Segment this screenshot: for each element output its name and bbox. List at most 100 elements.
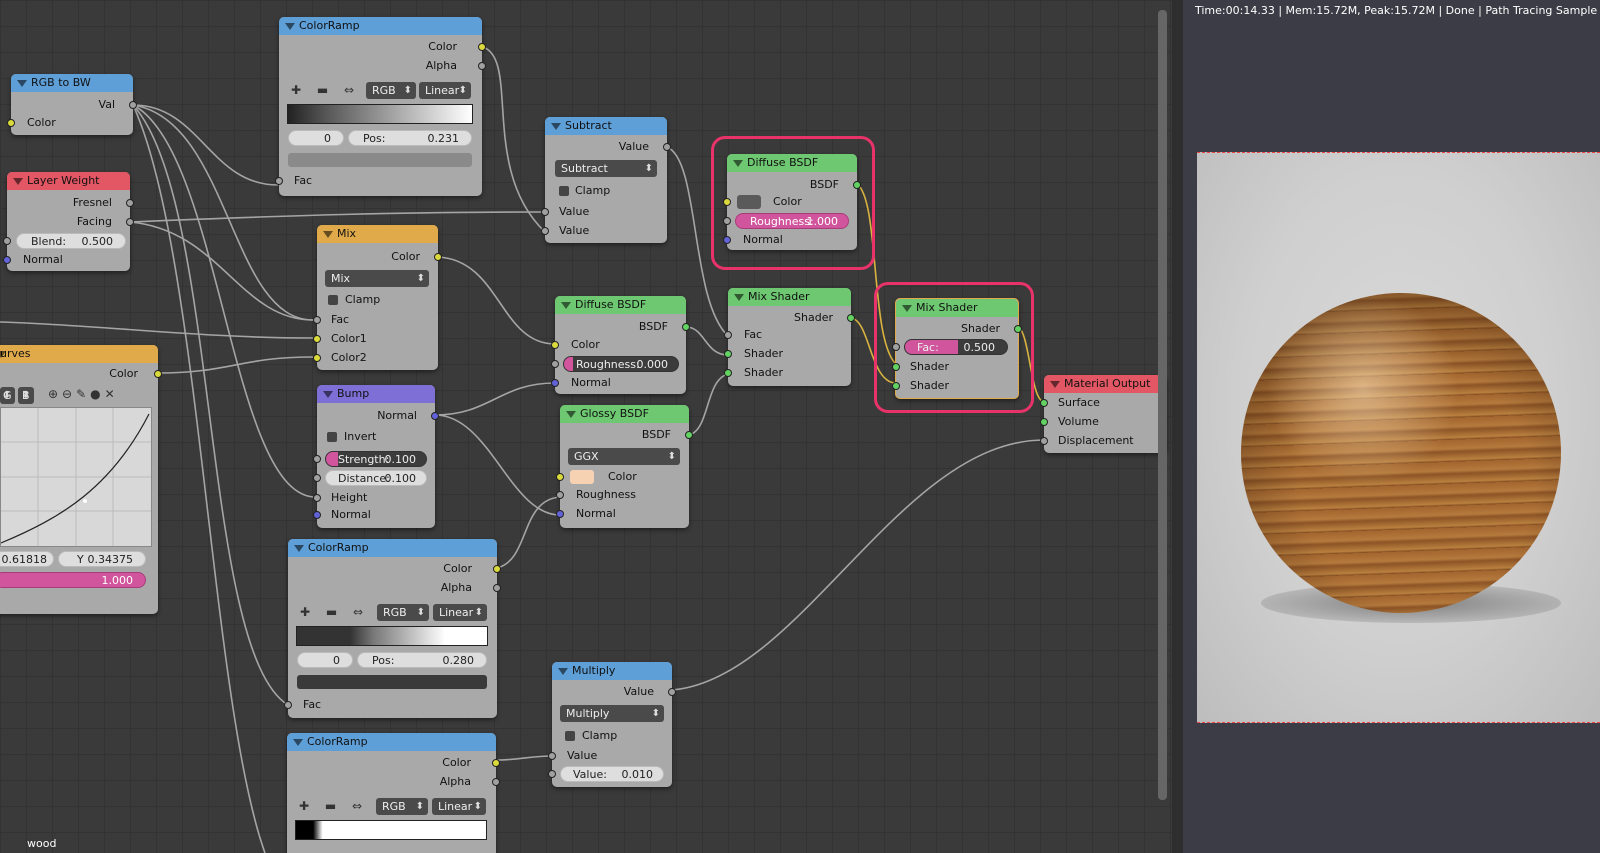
output-socket[interactable] <box>493 584 501 592</box>
strength-field[interactable]: Strength: 0.100 <box>325 451 427 467</box>
glossy-bsdf-node[interactable]: Glossy BSDF BSDF GGX Color Roughness Nor… <box>556 405 693 528</box>
input-socket[interactable] <box>541 208 549 216</box>
input-socket[interactable] <box>313 474 321 482</box>
output-socket[interactable] <box>431 412 439 420</box>
color-mode-dropdown[interactable]: RGB <box>377 604 429 621</box>
output-socket[interactable] <box>478 62 486 70</box>
input-socket[interactable] <box>313 511 321 519</box>
layer-weight-node[interactable]: Layer Weight Fresnel Facing Blend: 0.500 … <box>3 172 134 271</box>
output-socket[interactable] <box>126 199 134 207</box>
channel-tab-g[interactable]: G <box>0 387 15 404</box>
stop-color-swatch[interactable] <box>288 153 472 167</box>
output-socket[interactable] <box>682 323 690 331</box>
multiply-node[interactable]: Multiply Value Multiply Clamp Value Valu… <box>548 662 676 787</box>
input-socket[interactable] <box>724 369 732 377</box>
output-socket[interactable] <box>478 43 486 51</box>
blend-field[interactable]: Blend: 0.500 <box>16 233 126 249</box>
roughness-field[interactable]: Roughness: 0.000 <box>563 356 679 372</box>
input-socket[interactable] <box>551 360 559 368</box>
input-socket[interactable] <box>551 379 559 387</box>
input-socket[interactable] <box>724 331 732 339</box>
output-socket[interactable] <box>129 101 137 109</box>
input-socket[interactable] <box>556 491 564 499</box>
input-socket[interactable] <box>723 236 731 244</box>
mix-shader-node-2[interactable]: Mix Shader Shader Fac: 0.500 Shader Shade… <box>892 298 1022 399</box>
stop-position-field[interactable]: Pos: 0.231 <box>348 130 472 146</box>
clamp-checkbox[interactable] <box>559 186 569 196</box>
input-socket[interactable] <box>275 177 283 185</box>
ramp-add-remove-icons[interactable]: ✚ ▬ ⇔ <box>291 83 360 97</box>
mix-node[interactable]: Mix Color Mix Clamp Fac Color1 Color2 <box>313 225 442 370</box>
input-socket[interactable] <box>313 455 321 463</box>
output-socket[interactable] <box>1014 325 1022 333</box>
area-splitter[interactable] <box>1172 0 1183 853</box>
input-socket[interactable] <box>548 770 556 778</box>
color-swatch[interactable] <box>737 195 761 209</box>
input-socket[interactable] <box>724 350 732 358</box>
input-socket[interactable] <box>723 198 731 206</box>
input-socket[interactable] <box>541 227 549 235</box>
invert-checkbox[interactable] <box>327 432 337 442</box>
color-mode-dropdown[interactable]: RGB <box>376 798 428 815</box>
input-socket[interactable] <box>313 335 321 343</box>
mix-shader-node-1[interactable]: Mix Shader Shader Fac Shader Shader <box>724 288 855 386</box>
output-socket[interactable] <box>154 370 162 378</box>
rgb-curves-node[interactable]: urves Color G B ⊕⊖✎●✕ 0.61818 Y0.34375 1… <box>0 345 162 614</box>
fac-field[interactable]: 1.000 <box>0 572 146 588</box>
channel-tab-b[interactable]: B <box>18 387 34 404</box>
curve-graph[interactable] <box>0 407 152 547</box>
interpolation-dropdown[interactable]: Linear <box>419 82 471 99</box>
input-socket[interactable] <box>1040 437 1048 445</box>
bump-node[interactable]: Bump Normal Invert Strength: 0.100 Distan… <box>313 385 439 528</box>
color-swatch[interactable] <box>570 470 594 484</box>
input-socket[interactable] <box>892 363 900 371</box>
operation-dropdown[interactable]: Subtract <box>555 160 657 177</box>
color-mode-dropdown[interactable]: RGB <box>366 82 416 99</box>
color-ramp-gradient[interactable] <box>287 104 473 124</box>
clamp-checkbox[interactable] <box>328 295 338 305</box>
interpolation-dropdown[interactable]: Linear <box>432 798 486 815</box>
stop-position-field[interactable]: Pos: 0.280 <box>357 652 487 668</box>
x-coordinate-field[interactable]: 0.61818 <box>0 551 54 567</box>
input-socket[interactable] <box>548 752 556 760</box>
distribution-dropdown[interactable]: GGX <box>568 448 680 465</box>
output-socket[interactable] <box>663 143 671 151</box>
rgb-to-bw-node[interactable]: RGB to BW Val Color <box>7 74 137 135</box>
color-ramp-gradient[interactable] <box>295 820 487 840</box>
output-socket[interactable] <box>685 431 693 439</box>
input-socket[interactable] <box>313 494 321 502</box>
input-socket[interactable] <box>1040 399 1048 407</box>
colorramp-node-2[interactable]: ColorRamp Color Alpha ✚ ▬ ⇔ RGB Linear 0… <box>284 539 501 718</box>
input-socket[interactable] <box>556 510 564 518</box>
ramp-add-remove-icons[interactable]: ✚ ▬ ⇔ <box>300 605 369 619</box>
input-socket[interactable] <box>313 316 321 324</box>
input-socket[interactable] <box>284 701 292 709</box>
output-socket[interactable] <box>434 253 442 261</box>
vertical-scrollbar[interactable] <box>1158 10 1167 800</box>
node-editor[interactable]: ColorRamp Color Alpha ✚ ▬ ⇔ RGB Linear 0… <box>0 0 1183 853</box>
output-socket[interactable] <box>492 778 500 786</box>
input-socket[interactable] <box>892 382 900 390</box>
diffuse-bsdf-node-1[interactable]: Diffuse BSDF BSDF Color Roughness: 1.000 … <box>723 154 861 250</box>
clamp-checkbox[interactable] <box>565 731 575 741</box>
operation-dropdown[interactable]: Multiply <box>560 705 664 722</box>
output-socket[interactable] <box>126 218 134 226</box>
input-socket[interactable] <box>1040 418 1048 426</box>
curve-tool-icons[interactable]: ⊕⊖✎●✕ <box>48 387 119 401</box>
stop-index-field[interactable]: 0 <box>288 130 344 146</box>
input-socket[interactable] <box>313 354 321 362</box>
input-socket[interactable] <box>723 217 731 225</box>
roughness-field[interactable]: Roughness: 1.000 <box>735 213 849 229</box>
input-socket[interactable] <box>892 343 900 351</box>
input-socket[interactable] <box>3 256 11 264</box>
distance-field[interactable]: Distance: 0.100 <box>325 470 427 486</box>
colorramp-node-3[interactable]: ColorRamp Color Alpha ✚ ▬ ⇔ RGB Linear <box>287 733 500 853</box>
output-socket[interactable] <box>493 565 501 573</box>
input-socket[interactable] <box>7 119 15 127</box>
value-field[interactable]: Value: 0.010 <box>560 766 664 782</box>
input-socket[interactable] <box>3 237 11 245</box>
fac-field[interactable]: Fac: 0.500 <box>904 339 1008 355</box>
color-ramp-gradient[interactable] <box>296 626 488 646</box>
subtract-node[interactable]: Subtract Value Subtract Clamp Value Valu… <box>541 117 671 243</box>
output-socket[interactable] <box>668 688 676 696</box>
